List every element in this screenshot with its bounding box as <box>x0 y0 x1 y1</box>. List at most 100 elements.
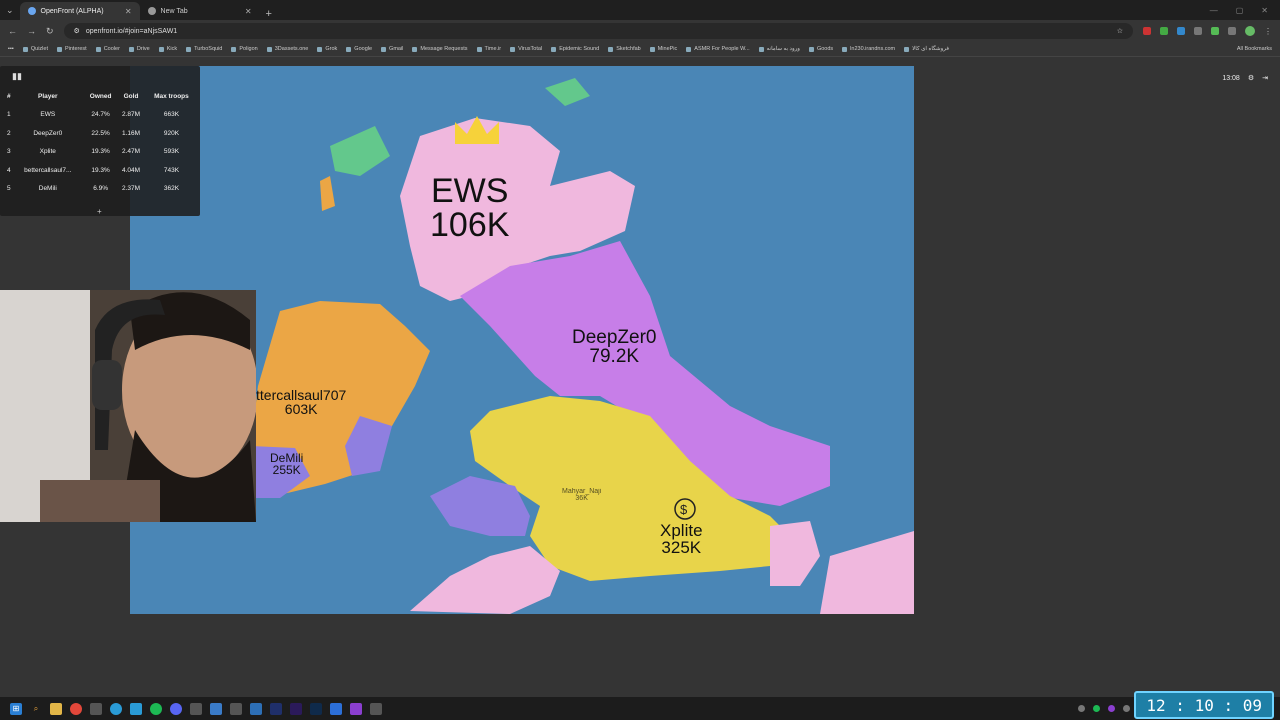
bookmark-item[interactable]: 3Dassets.one <box>266 46 308 52</box>
col-max-troops[interactable]: Max troops <box>145 87 198 106</box>
chrome-icon[interactable] <box>70 702 82 715</box>
leaderboard-cell-owned: 19.3% <box>91 148 110 156</box>
leaderboard-row[interactable]: 5 DeMili 6.9% 2.37M 362K <box>6 180 198 199</box>
start-icon[interactable]: ⊞ <box>10 702 22 715</box>
leaderboard-chart-icon[interactable]: ▮▮ <box>12 71 22 82</box>
bookmark-favicon-icon <box>317 46 323 52</box>
telegram-icon[interactable] <box>110 702 122 715</box>
bookmark-item[interactable]: Pinterest <box>56 46 87 52</box>
app-icon[interactable] <box>130 702 142 715</box>
extension-icon[interactable] <box>1160 27 1168 35</box>
extension-icon[interactable] <box>1228 27 1236 35</box>
file-explorer-icon[interactable] <box>50 702 62 715</box>
tray-icon[interactable] <box>1078 705 1085 712</box>
close-tab-icon[interactable]: ✕ <box>125 7 132 16</box>
extension-icon[interactable] <box>1177 27 1185 35</box>
bookmark-item[interactable]: Goods <box>808 46 833 52</box>
app-icon[interactable] <box>210 702 222 715</box>
leaderboard-cell-player: bettercallsaul7... <box>24 166 72 174</box>
bookmark-item[interactable]: Kick <box>158 46 177 52</box>
new-tab-button[interactable]: + <box>260 8 278 20</box>
bookmark-item[interactable]: Epidemic Sound <box>551 46 599 52</box>
bookmark-item[interactable]: Google <box>346 46 372 52</box>
close-window-icon[interactable]: ✕ <box>1261 6 1268 15</box>
troop-count: 325K <box>661 538 702 557</box>
extension-icon[interactable] <box>1194 27 1202 35</box>
all-bookmarks-button[interactable]: All Bookmarks <box>1237 46 1272 52</box>
col-gold[interactable]: Gold <box>117 87 145 106</box>
col-player: Player <box>38 92 58 100</box>
tray-icon[interactable] <box>1123 705 1130 712</box>
discord-icon[interactable] <box>170 702 182 715</box>
col-owned[interactable]: Owned <box>84 87 117 106</box>
app-icon[interactable] <box>230 702 242 715</box>
tab-new-tab[interactable]: New Tab ✕ <box>140 2 260 20</box>
leaderboard-row[interactable]: 4 bettercallsaul7... 19.3% 4.04M 743K <box>6 161 198 180</box>
leaderboard-cell-troops: 663K <box>163 111 180 119</box>
tray-icon[interactable] <box>1093 705 1100 712</box>
bookmark-item[interactable]: ln230.irandns.com <box>842 46 895 52</box>
tray-icon[interactable] <box>1108 705 1115 712</box>
tab-openfront[interactable]: OpenFront (ALPHA) ✕ <box>19 2 140 20</box>
leaderboard-cell-player: DeMili <box>38 185 57 193</box>
webcam-overlay <box>0 290 256 522</box>
exit-icon[interactable]: ⇥ <box>1262 74 1268 82</box>
label-ews: EWS 106K <box>430 174 509 242</box>
photoshop-icon[interactable] <box>310 702 322 715</box>
reload-icon[interactable]: ↻ <box>46 26 54 37</box>
bookmark-item[interactable]: ASMR For People W... <box>686 46 750 52</box>
expand-leaderboard-button[interactable]: + <box>97 207 102 216</box>
tab-search-icon[interactable]: ⌄ <box>0 5 20 16</box>
app-icon[interactable] <box>370 702 382 715</box>
bookmark-star-icon[interactable]: ☆ <box>1117 27 1123 35</box>
bookmark-favicon-icon <box>128 46 134 52</box>
forward-icon[interactable]: → <box>27 26 36 36</box>
bookmark-item[interactable]: فروشگاه ای کالا <box>904 46 949 52</box>
settings-gear-icon[interactable]: ⚙ <box>1248 74 1254 82</box>
app-icon[interactable] <box>190 702 202 715</box>
app-icon[interactable] <box>250 702 262 715</box>
label-deepzer0: DeepZer0 79.2K <box>572 328 657 366</box>
bookmark-item[interactable]: Sketchfab <box>608 46 641 52</box>
extension-icon[interactable] <box>1143 27 1151 35</box>
bookmark-label: Pinterest <box>64 46 87 52</box>
minimize-icon[interactable]: — <box>1210 6 1218 15</box>
extension-icon[interactable] <box>1211 27 1219 35</box>
leaderboard-row[interactable]: 2 DeepZer0 22.5% 1.16M 920K <box>6 124 198 143</box>
openfront-favicon-icon <box>27 7 36 15</box>
bookmark-item[interactable]: Quizlet <box>22 46 48 52</box>
app-icon[interactable] <box>350 702 362 715</box>
bookmark-item[interactable]: TurboSquid <box>186 46 222 52</box>
site-info-icon[interactable]: ⚙ <box>74 27 80 35</box>
url-input[interactable]: ⚙ openfront.io/#join=aNjsSAW1 ☆ <box>63 23 1133 39</box>
bookmark-item[interactable]: Gmail <box>381 46 403 52</box>
leaderboard-row[interactable]: 3 Xplite 19.3% 2.47M 593K <box>6 143 198 162</box>
bookmark-item[interactable]: Time.ir <box>476 46 501 52</box>
bookmark-item[interactable]: Message Requests <box>412 46 468 52</box>
bookmark-favicon-icon <box>758 46 764 52</box>
bookmark-item[interactable]: Drive <box>128 46 150 52</box>
search-icon[interactable]: ⌕ <box>30 703 42 715</box>
bookmark-item[interactable]: VirusTotal <box>510 46 542 52</box>
bookmark-item[interactable]: Grok <box>317 46 337 52</box>
app-icon[interactable] <box>90 702 102 715</box>
back-icon[interactable]: ← <box>8 26 17 36</box>
bookmark-item[interactable]: ورود به سامانه <box>758 46 800 52</box>
bookmark-item[interactable]: Cooler <box>95 46 120 52</box>
leaderboard-row[interactable]: 1 EWS 24.7% 2.87M 663K <box>6 106 198 125</box>
premiere-icon[interactable] <box>290 702 302 715</box>
bookmark-label: Cooler <box>103 46 120 52</box>
spotify-icon[interactable] <box>150 702 162 715</box>
bookmark-label: TurboSquid <box>194 46 223 52</box>
after-effects-icon[interactable] <box>270 702 282 715</box>
player-name: ttercallsaul707 <box>256 387 347 403</box>
bookmark-item[interactable]: Poligon <box>231 46 258 52</box>
close-tab-icon[interactable]: ✕ <box>245 7 252 16</box>
profile-avatar[interactable] <box>1245 26 1255 36</box>
bookmark-item[interactable]: MinePic <box>649 46 677 52</box>
app-icon[interactable] <box>330 702 342 715</box>
maximize-icon[interactable]: ▢ <box>1236 6 1244 15</box>
territory-neutral-3 <box>320 176 335 211</box>
apps-icon[interactable]: ▪▪▪ <box>8 46 14 52</box>
menu-icon[interactable]: ⋮ <box>1264 27 1272 36</box>
